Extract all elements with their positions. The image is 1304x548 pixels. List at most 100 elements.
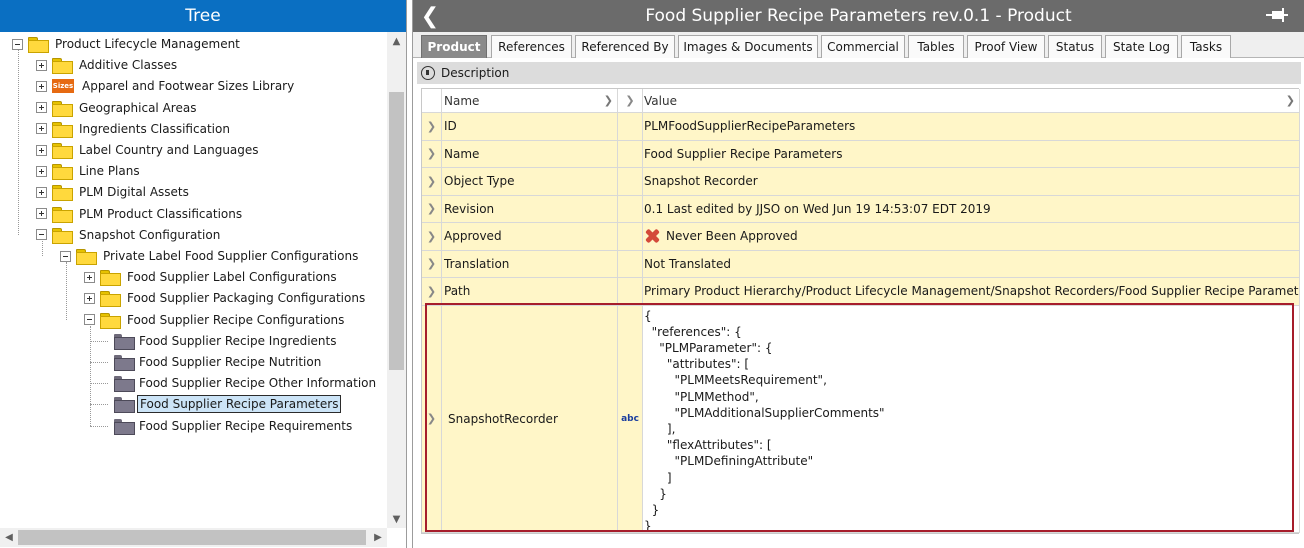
description-bar[interactable]: Description xyxy=(417,62,1301,84)
tree-item-label[interactable]: Food Supplier Recipe Parameters xyxy=(137,395,342,414)
tree-item-label[interactable]: Food Supplier Recipe Configurations xyxy=(125,312,346,328)
back-arrow-icon[interactable]: ❮ xyxy=(419,4,441,29)
tree-item-label[interactable]: Additive Classes xyxy=(77,57,179,73)
tab-proof-view[interactable]: Proof View xyxy=(967,35,1045,58)
scroll-thumb[interactable] xyxy=(389,92,404,370)
tree-item[interactable]: Label Country and Languages xyxy=(36,140,261,160)
tree-item-label[interactable]: Geographical Areas xyxy=(77,100,198,116)
tree-item[interactable]: Sizes Apparel and Footwear Sizes Library xyxy=(36,76,296,96)
tree-item[interactable]: Line Plans xyxy=(36,161,142,181)
row-indicator[interactable]: ❯ xyxy=(422,113,442,141)
attribute-name-cell: Translation xyxy=(442,250,618,278)
pushpin-icon[interactable] xyxy=(421,66,435,80)
tree-item[interactable]: PLM Digital Assets xyxy=(36,182,191,202)
tree-item[interactable]: Food Supplier Recipe Other Information xyxy=(108,373,378,393)
tree-item-label[interactable]: Food Supplier Recipe Requirements xyxy=(137,418,354,434)
tree-item[interactable]: Food Supplier Recipe Requirements xyxy=(108,416,354,436)
tree-item-label[interactable]: Ingredients Classification xyxy=(77,121,232,137)
attribute-value-cell[interactable]: Never Been Approved xyxy=(643,223,1300,251)
expand-plus-icon[interactable] xyxy=(36,102,47,114)
tree-item[interactable]: Food Supplier Recipe Nutrition xyxy=(108,352,323,372)
row-indicator[interactable]: ❯ xyxy=(422,250,442,278)
tab-referenced-by[interactable]: Referenced By xyxy=(575,35,675,58)
tree-item-label[interactable]: Food Supplier Packaging Configurations xyxy=(125,290,367,306)
collapse-minus-icon[interactable] xyxy=(12,38,23,50)
tab-tables[interactable]: Tables xyxy=(908,35,964,58)
expand-plus-icon[interactable] xyxy=(36,123,47,135)
tree-vertical-scrollbar[interactable]: ▲ ▼ xyxy=(387,32,406,528)
collapse-minus-icon[interactable] xyxy=(36,229,47,241)
tree-item[interactable]: Food Supplier Label Configurations xyxy=(84,267,339,287)
attribute-name-cell: Approved xyxy=(442,223,618,251)
tree-item[interactable]: Additive Classes xyxy=(36,55,179,75)
expand-plus-icon[interactable] xyxy=(36,144,47,156)
snapshot-json-value[interactable]: { "references": { "PLMParameter": { "att… xyxy=(643,308,1300,536)
attribute-value-cell[interactable]: Primary Product Hierarchy/Product Lifecy… xyxy=(643,278,1300,306)
tree-item[interactable]: PLM Product Classifications xyxy=(36,204,244,224)
tree-item[interactable]: Geographical Areas xyxy=(36,98,198,118)
expand-plus-icon[interactable] xyxy=(36,59,47,71)
tree-item[interactable]: Product Lifecycle Management xyxy=(12,34,242,54)
tree-item[interactable]: Private Label Food Supplier Configuratio… xyxy=(60,246,360,266)
expand-plus-icon[interactable] xyxy=(84,292,95,304)
tree-item-label[interactable]: Line Plans xyxy=(77,163,142,179)
expand-plus-icon[interactable] xyxy=(36,165,47,177)
scroll-right-icon[interactable]: ▶ xyxy=(369,528,387,547)
collapse-minus-icon[interactable] xyxy=(60,250,71,262)
row-indicator[interactable]: ❯ xyxy=(422,195,442,223)
row-indicator[interactable]: ❯ xyxy=(422,305,442,533)
chevron-right-icon: ❯ xyxy=(1285,94,1295,107)
scroll-thumb-horizontal[interactable] xyxy=(18,530,366,545)
scroll-up-icon[interactable]: ▲ xyxy=(387,32,406,50)
tree-item-label[interactable]: Apparel and Footwear Sizes Library xyxy=(80,78,296,94)
attribute-type-cell xyxy=(618,195,643,223)
tree-item[interactable]: Food Supplier Recipe Parameters xyxy=(108,394,342,414)
tree-item[interactable]: Food Supplier Recipe Configurations xyxy=(84,310,346,330)
tree-item[interactable]: Snapshot Configuration xyxy=(36,225,222,245)
column-header-name[interactable]: Name ❯ xyxy=(442,89,618,113)
tree-item[interactable]: Food Supplier Recipe Ingredients xyxy=(108,331,338,351)
attribute-value-cell[interactable]: Food Supplier Recipe Parameters xyxy=(643,140,1300,168)
expand-plus-icon[interactable] xyxy=(36,186,47,198)
tree-item-label[interactable]: Product Lifecycle Management xyxy=(53,36,242,52)
tab-tasks[interactable]: Tasks xyxy=(1181,35,1231,58)
snapshot-recorder-row[interactable]: ❯ SnapshotRecorder abc { "references": { "P… xyxy=(422,305,1300,536)
row-indicator[interactable]: ❯ xyxy=(422,278,442,306)
attribute-value-cell[interactable]: Snapshot Recorder xyxy=(643,168,1300,196)
tree-item[interactable]: Ingredients Classification xyxy=(36,119,232,139)
tree-item-label[interactable]: Food Supplier Recipe Other Information xyxy=(137,375,378,391)
pin-icon[interactable] xyxy=(1264,6,1290,24)
tree-item-label[interactable]: Food Supplier Recipe Nutrition xyxy=(137,354,323,370)
tab-status[interactable]: Status xyxy=(1048,35,1102,58)
scroll-down-icon[interactable]: ▼ xyxy=(387,510,406,528)
row-indicator[interactable]: ❯ xyxy=(422,140,442,168)
tree-panel: Tree Product Lifecycle Management Additiv… xyxy=(0,0,407,548)
attribute-value-cell[interactable]: Not Translated xyxy=(643,250,1300,278)
expand-plus-icon[interactable] xyxy=(84,271,95,283)
tab-state-log[interactable]: State Log xyxy=(1105,35,1178,58)
tree-item-label[interactable]: Private Label Food Supplier Configuratio… xyxy=(101,248,360,264)
row-indicator[interactable]: ❯ xyxy=(422,223,442,251)
attribute-value-cell[interactable]: PLMFoodSupplierRecipeParameters xyxy=(643,113,1300,141)
tab-images-documents[interactable]: Images & Documents xyxy=(678,35,818,58)
tree-item-label[interactable]: Snapshot Configuration xyxy=(77,227,222,243)
tree-item[interactable]: Food Supplier Packaging Configurations xyxy=(84,288,367,308)
collapse-minus-icon[interactable] xyxy=(84,314,95,326)
tree-horizontal-scrollbar[interactable]: ◀ ▶ xyxy=(0,528,387,547)
tree-item-label[interactable]: PLM Digital Assets xyxy=(77,184,191,200)
tab-product[interactable]: Product xyxy=(421,35,487,58)
tree-item-label[interactable]: Food Supplier Recipe Ingredients xyxy=(137,333,338,349)
tree-item-label[interactable]: Food Supplier Label Configurations xyxy=(125,269,339,285)
expand-plus-icon[interactable] xyxy=(36,208,47,220)
column-header-mid[interactable]: ❯ xyxy=(618,89,643,113)
tree-item-label[interactable]: Label Country and Languages xyxy=(77,142,261,158)
row-indicator[interactable]: ❯ xyxy=(422,168,442,196)
column-header-value[interactable]: Value ❯ xyxy=(643,89,1300,113)
tab-references[interactable]: References xyxy=(491,35,572,58)
attribute-value-cell[interactable]: 0.1 Last edited by JJSO on Wed Jun 19 14… xyxy=(643,195,1300,223)
scroll-left-icon[interactable]: ◀ xyxy=(0,528,18,547)
tree-item-label[interactable]: PLM Product Classifications xyxy=(77,206,244,222)
tab-commercial[interactable]: Commercial xyxy=(821,35,905,58)
attribute-type-cell xyxy=(618,223,643,251)
expand-plus-icon[interactable] xyxy=(36,80,47,92)
